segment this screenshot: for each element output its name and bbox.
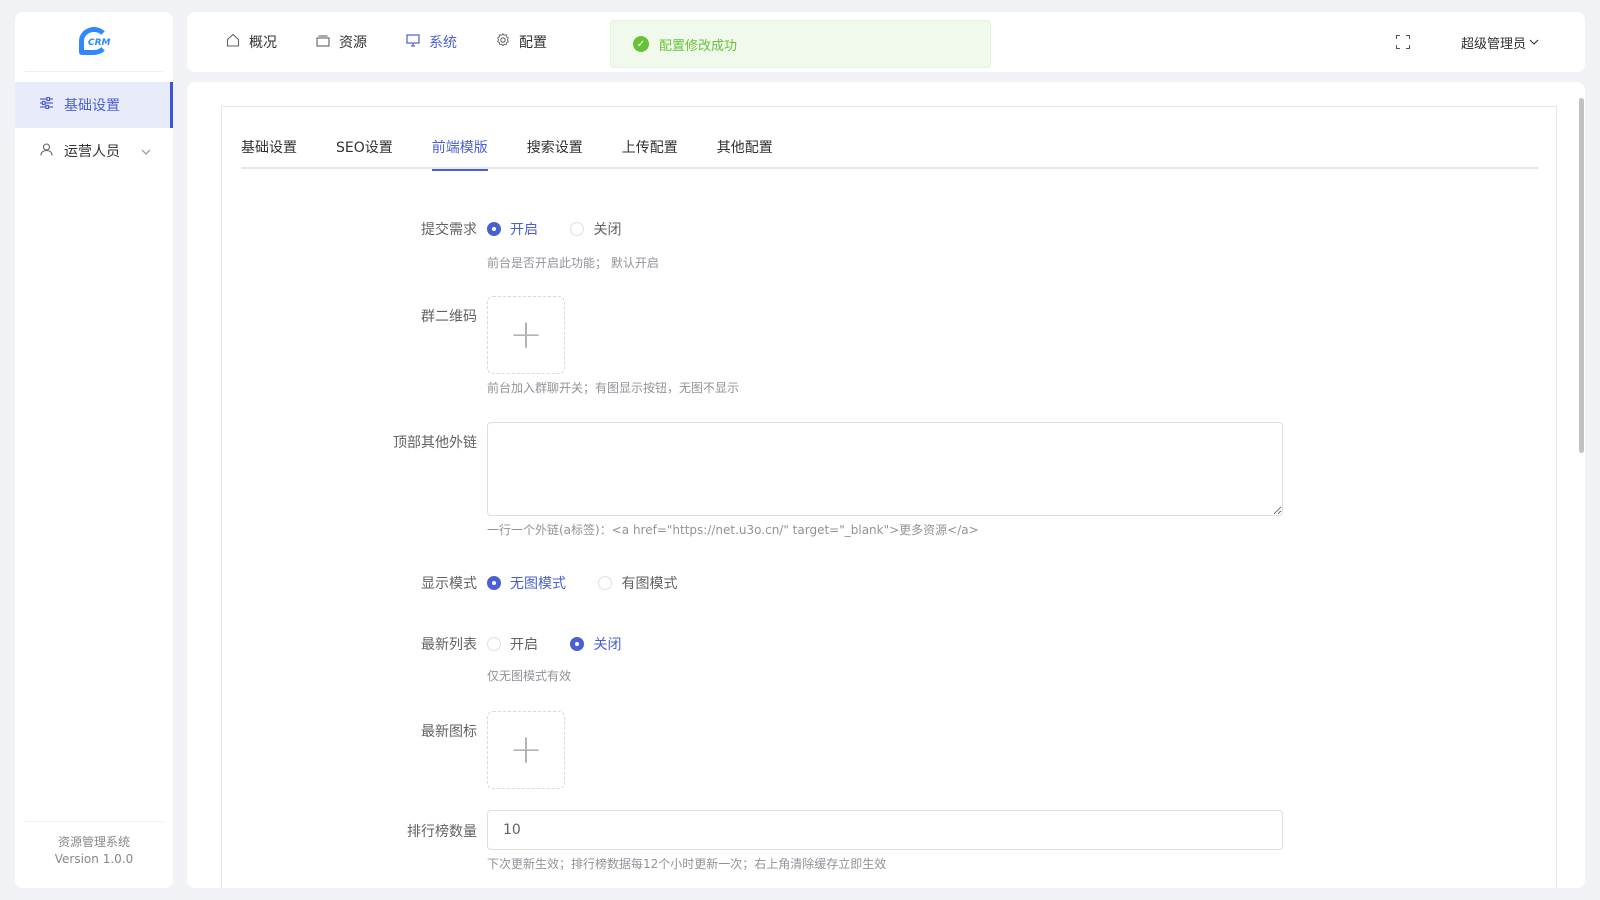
- latest-icon-uploader[interactable]: +: [487, 711, 565, 789]
- page-scrollbar[interactable]: [1579, 98, 1584, 453]
- sidebar: CRM 基础设置 运营人员 资源管理系统 Version 1.0.0: [15, 12, 173, 888]
- field-label: 群二维码: [421, 309, 477, 325]
- home-icon: [225, 33, 241, 51]
- folder-icon: [315, 34, 331, 51]
- radio-image-mode[interactable]: 有图模式: [598, 573, 677, 593]
- rank-count-input[interactable]: [487, 810, 1283, 850]
- user-icon: [40, 142, 56, 160]
- sliders-icon: [40, 96, 56, 113]
- nav-item-config[interactable]: 配置: [495, 32, 547, 52]
- field-label: 提交需求: [421, 222, 477, 238]
- nav-label: 资源: [339, 35, 367, 51]
- radio-no-image-mode[interactable]: 无图模式: [487, 573, 566, 593]
- fullscreen-icon[interactable]: [1396, 35, 1410, 49]
- nav-label: 配置: [519, 35, 547, 51]
- radio-latest-on[interactable]: 开启: [487, 634, 538, 654]
- field-label: 最新列表: [421, 637, 477, 653]
- sidebar-footer: 资源管理系统 Version 1.0.0: [25, 821, 163, 868]
- field-help: 一行一个外链(a标签)：<a href="https://net.u3o.cn/…: [487, 523, 979, 537]
- user-menu[interactable]: 超级管理员: [1461, 12, 1539, 72]
- sidebar-item-label: 基础设置: [64, 98, 120, 114]
- top-links-textarea[interactable]: [487, 422, 1283, 516]
- user-name: 超级管理员: [1460, 36, 1526, 52]
- tab-other[interactable]: 其他配置: [717, 137, 773, 169]
- nav-label: 系统: [429, 35, 457, 51]
- radio-latest-off[interactable]: 关闭: [570, 634, 621, 654]
- radio-submit-off[interactable]: 关闭: [570, 219, 621, 239]
- check-circle-icon: ✓: [633, 36, 649, 52]
- field-help: 前台加入群聊开关；有图显示按钮，无图不显示: [487, 381, 740, 395]
- field-label: 最新图标: [421, 724, 477, 740]
- settings-tabs: 基础设置 SEO设置 前端模版 搜索设置 上传配置 其他配置: [241, 137, 1539, 171]
- nav-label: 概况: [249, 35, 277, 51]
- radio-submit-on[interactable]: 开启: [487, 219, 538, 239]
- nav-item-resources[interactable]: 资源: [315, 32, 367, 52]
- tab-search[interactable]: 搜索设置: [527, 137, 583, 169]
- field-help: 下次更新生效；排行榜数据每12个小时更新一次；右上角清除缓存立即生效: [487, 857, 887, 871]
- field-help: 仅无图模式有效: [487, 669, 572, 683]
- sidebar-item-operators[interactable]: 运营人员: [15, 128, 173, 174]
- tab-upload[interactable]: 上传配置: [622, 137, 678, 169]
- system-name: 资源管理系统: [57, 835, 130, 849]
- sidebar-item-label: 运营人员: [64, 144, 120, 160]
- main-content: 基础设置 SEO设置 前端模版 搜索设置 上传配置 其他配置 提交需求 开启 关…: [187, 82, 1585, 888]
- settings-panel: 基础设置 SEO设置 前端模版 搜索设置 上传配置 其他配置 提交需求 开启 关…: [221, 106, 1557, 888]
- field-label: 显示模式: [421, 576, 477, 592]
- logo[interactable]: CRM: [25, 12, 163, 72]
- tab-seo[interactable]: SEO设置: [336, 137, 393, 169]
- sidebar-item-basic-settings[interactable]: 基础设置: [15, 82, 173, 128]
- logo-text: CRM: [88, 37, 111, 48]
- radio-group: 无图模式 有图模式: [487, 573, 705, 594]
- radio-group: 开启 关闭: [487, 219, 649, 240]
- plus-icon: +: [509, 312, 543, 358]
- nav-item-overview[interactable]: 概况: [225, 32, 277, 52]
- toast-message: 配置修改成功: [659, 38, 738, 54]
- tab-basic[interactable]: 基础设置: [241, 137, 297, 169]
- plus-icon: +: [509, 727, 543, 773]
- success-toast: ✓ 配置修改成功: [610, 20, 991, 68]
- tab-frontend-template[interactable]: 前端模版: [431, 137, 488, 171]
- qrcode-uploader[interactable]: +: [487, 296, 565, 374]
- chevron-down-icon: [141, 145, 151, 158]
- radio-group: 开启 关闭: [487, 634, 649, 655]
- monitor-icon: [405, 33, 421, 51]
- gear-icon: [495, 33, 511, 51]
- crm-logo-icon: CRM: [76, 25, 112, 59]
- nav-item-system[interactable]: 系统: [405, 32, 457, 52]
- top-nav: 概况 资源 系统 配置: [225, 12, 585, 72]
- system-version: Version 1.0.0: [54, 852, 134, 866]
- field-label: 顶部其他外链: [393, 435, 477, 451]
- chevron-down-icon: [1529, 37, 1539, 48]
- field-label: 排行榜数量: [407, 824, 477, 840]
- top-bar: 概况 资源 系统 配置 ✓ 配置修改成功 超级管理员: [187, 12, 1585, 72]
- field-help: 前台是否开启此功能； 默认开启: [487, 256, 659, 270]
